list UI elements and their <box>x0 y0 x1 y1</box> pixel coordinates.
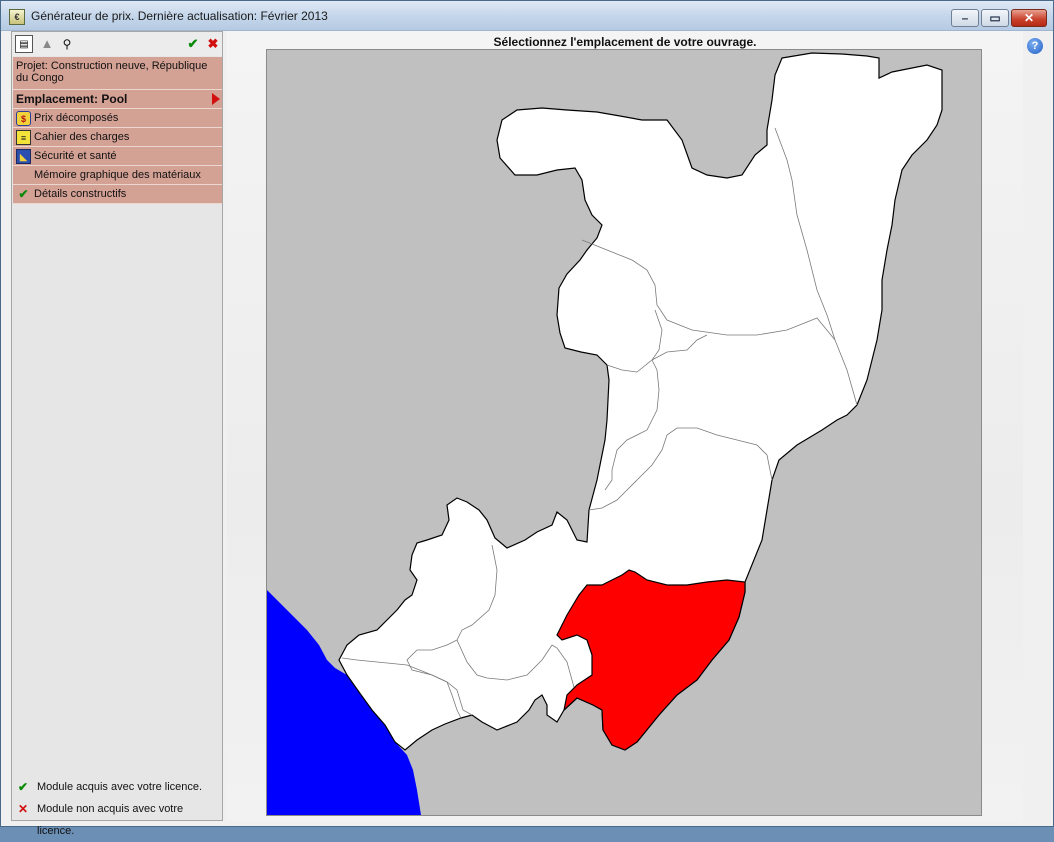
legend-acquired: ✔ Module acquis avec votre licence. <box>13 776 222 798</box>
menu-item-label: Cahier des charges <box>34 131 130 143</box>
close-icon: ✕ <box>1023 11 1035 25</box>
menu-item-label: Mémoire graphique des matériaux <box>34 169 201 181</box>
price-breakdown-icon: $ <box>16 111 31 126</box>
window-title: Générateur de prix. Dernière actualisati… <box>31 9 328 23</box>
maximize-button[interactable]: ▭ <box>981 9 1009 27</box>
title-bar[interactable]: € Générateur de prix. Dernière actualisa… <box>1 1 1053 31</box>
menu-item-cahier-des-charges[interactable]: ≡ Cahier des charges <box>13 128 222 147</box>
safety-health-icon: ◣ <box>16 149 31 164</box>
navigation-panel: ▤ ▲ ⚲ ✔ ✖ Projet: Construction neuve, Ré… <box>11 31 223 837</box>
cross-icon[interactable]: ✖ <box>204 35 222 53</box>
specifications-icon: ≡ <box>16 130 31 145</box>
arrow-right-icon <box>212 93 220 105</box>
cross-icon: ✕ <box>18 802 29 816</box>
help-icon[interactable]: ? <box>1027 38 1043 54</box>
map-content: Sélectionnez l'emplacement de votre ouvr… <box>227 31 1023 821</box>
check-icon: ✔ <box>18 187 29 201</box>
legend-not-acquired: ✕ Module non acquis avec votre licence. <box>13 798 222 837</box>
up-arrow-icon[interactable]: ▲ <box>38 35 56 53</box>
menu-item-label: Prix décomposés <box>34 112 119 124</box>
location-item[interactable]: Emplacement: Pool <box>13 90 222 109</box>
check-icon[interactable]: ✔ <box>184 35 202 53</box>
menu-item-securite-sante[interactable]: ◣ Sécurité et santé <box>13 147 222 166</box>
check-icon: ✔ <box>18 780 29 794</box>
project-label[interactable]: Projet: Construction neuve, République d… <box>13 57 222 90</box>
panel-toolbar: ▤ ▲ ⚲ ✔ ✖ <box>12 32 222 56</box>
location-label: Emplacement: Pool <box>16 92 128 106</box>
menu-item-memoire-graphique[interactable]: Mémoire graphique des matériaux <box>13 166 222 185</box>
close-button[interactable]: ✕ <box>1011 9 1047 27</box>
menu-item-prix-decomposes[interactable]: $ Prix décomposés <box>13 109 222 128</box>
window-controls: – ▭ ✕ <box>949 9 1047 29</box>
price-generator-icon: € <box>9 9 25 25</box>
main-window: € Générateur de prix. Dernière actualisa… <box>0 0 1054 837</box>
menu-item-label: Sécurité et santé <box>34 150 117 162</box>
map-instruction: Sélectionnez l'emplacement de votre ouvr… <box>493 35 757 49</box>
legend-not-acquired-label: Module non acquis avec votre licence. <box>37 803 184 837</box>
module-menu: Projet: Construction neuve, République d… <box>13 57 222 204</box>
map-frame <box>266 49 982 816</box>
legend-acquired-label: Module acquis avec votre licence. <box>37 781 203 793</box>
congo-map <box>267 52 943 815</box>
minimize-button[interactable]: – <box>951 9 979 27</box>
minimize-icon: – <box>961 11 969 25</box>
menu-item-details-constructifs[interactable]: ✔ Détails constructifs <box>13 185 222 204</box>
menu-item-label: Détails constructifs <box>34 188 127 200</box>
binoculars-icon[interactable]: ⚲ <box>58 35 76 53</box>
report-icon[interactable]: ▤ <box>15 35 33 53</box>
maximize-icon: ▭ <box>989 11 1001 25</box>
license-legend: ✔ Module acquis avec votre licence. ✕ Mo… <box>13 776 222 837</box>
